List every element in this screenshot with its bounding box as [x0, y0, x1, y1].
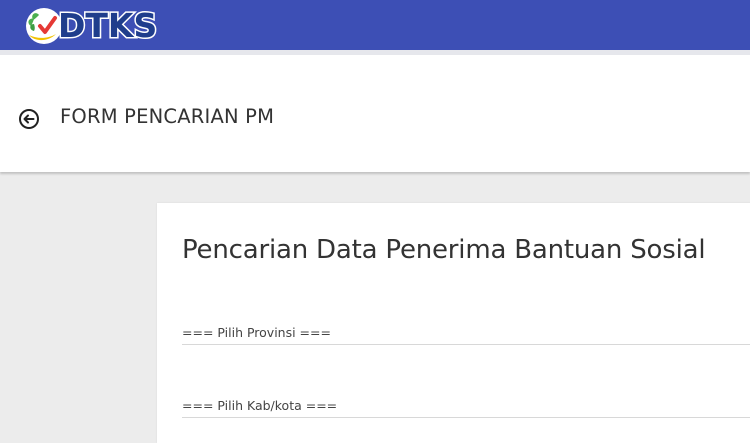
form-title: Pencarian Data Penerima Bantuan Sosial: [182, 235, 706, 265]
page-header: FORM PENCARIAN PM: [0, 50, 750, 172]
search-form-card: Pencarian Data Penerima Bantuan Sosial =…: [157, 203, 750, 443]
dtks-logo[interactable]: DTKS: [20, 4, 159, 48]
kabkota-select-value: === Pilih Kab/kota ===: [182, 398, 338, 413]
provinsi-select-value: === Pilih Provinsi ===: [182, 325, 331, 340]
app-top-bar: DTKS: [0, 0, 750, 50]
arrow-left-circle-icon: [19, 109, 39, 129]
kabkota-select[interactable]: === Pilih Kab/kota ===: [182, 386, 750, 418]
page-title: FORM PENCARIAN PM: [60, 105, 275, 128]
logo-text: DTKS: [56, 5, 158, 47]
provinsi-select[interactable]: === Pilih Provinsi ===: [182, 313, 750, 345]
back-button[interactable]: [18, 108, 40, 130]
